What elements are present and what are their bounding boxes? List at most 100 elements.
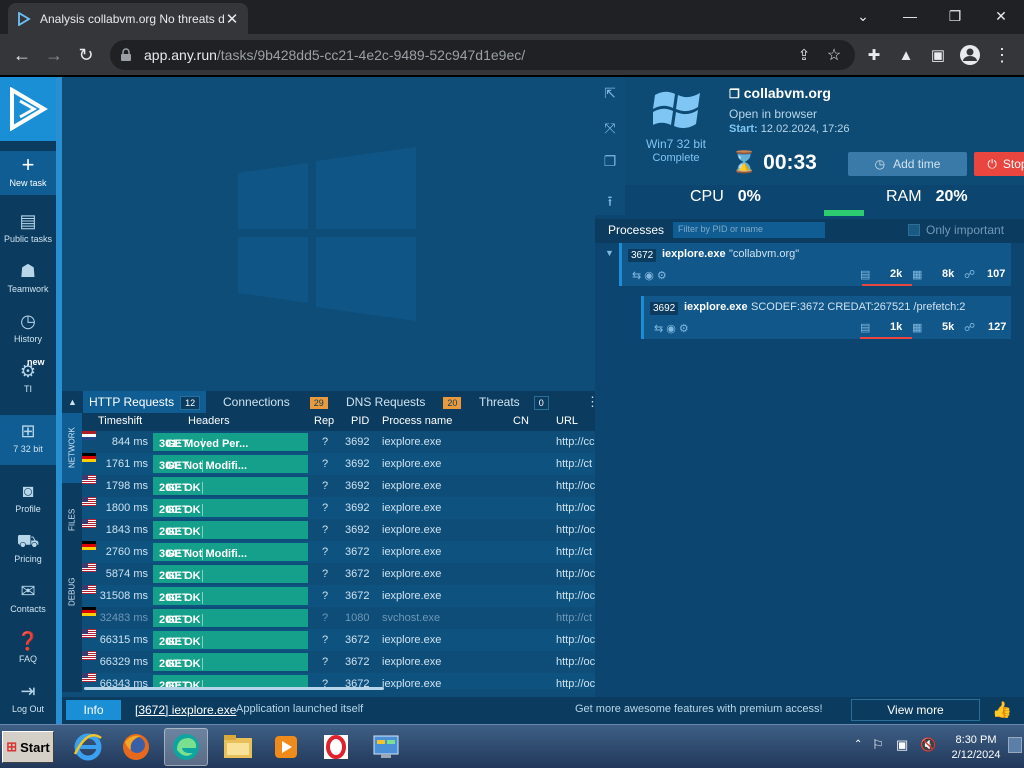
view-more-button[interactable]: View more [851, 699, 980, 721]
table-row[interactable]: 1800 ms GET 200: OK? 3692 iexplore.exe http:/… [82, 497, 595, 519]
tabs-menu-kebab-icon[interactable]: ⋮ [580, 391, 605, 413]
media-player-icon[interactable] [264, 728, 308, 766]
share-icon[interactable]: ⇪ [790, 41, 818, 69]
col-url[interactable]: URL [556, 415, 578, 427]
add-time-button[interactable]: ◷ Add time [848, 152, 967, 176]
table-row[interactable]: 31508 ms GET 200: OK? 3672 iexplore.exe http:… [82, 585, 595, 607]
open-in-browser-link[interactable]: Open in browser [729, 107, 817, 121]
tab-http-requests[interactable]: HTTP Requests 12 [83, 391, 207, 413]
process-filter-input[interactable]: Filter by PID or name [673, 222, 825, 238]
extensions-icon[interactable]: ✚ [860, 41, 888, 69]
col-rep[interactable]: Rep [314, 415, 334, 427]
minimize-icon[interactable]: — [887, 0, 933, 32]
collapse-caret-icon[interactable]: ▼ [605, 248, 614, 258]
tab-search-icon[interactable]: ⌄ [840, 0, 886, 32]
headers-cell[interactable]: GET 200: OK [153, 609, 308, 627]
nav-new-task[interactable]: + New task [0, 151, 56, 195]
tab-threats[interactable]: Threats 0 [473, 391, 555, 413]
info-process-link[interactable]: [3672] iexplore.exe [135, 703, 236, 717]
labs-icon[interactable]: ▲ [892, 41, 920, 69]
headers-cell[interactable]: GET 200: OK [153, 477, 308, 495]
nav-faq[interactable]: ❓ FAQ [0, 631, 56, 664]
forward-icon[interactable]: → [40, 41, 68, 69]
headers-cell[interactable]: GET 200: OK [153, 499, 308, 517]
col-headers[interactable]: Headers [188, 415, 230, 427]
nav-history[interactable]: ◷ History [0, 311, 56, 344]
table-row[interactable]: 1843 ms GET 200: OK? 3692 iexplore.exe http:/… [82, 519, 595, 541]
thumbs-up-icon[interactable]: 👍 [992, 700, 1012, 720]
tab-dns-requests[interactable]: DNS Requests 20 [340, 391, 467, 413]
collapse-up-icon[interactable]: ▲ [62, 391, 82, 413]
table-row[interactable]: 2760 ms GET 304: Not Modifi...? 3672 iexplor… [82, 541, 595, 563]
task-name[interactable]: ❐ collabvm.org [729, 85, 831, 101]
taskbar-clock[interactable]: 8:30 PM 2/12/2024 [946, 733, 1006, 763]
start-button[interactable]: ⊞ Start [2, 731, 54, 763]
vm-screen[interactable] [62, 77, 595, 391]
headers-cell[interactable]: GET 304: Not Modifi... [153, 455, 308, 473]
browser-tab[interactable]: Analysis collabvm.org No threats de ✕ [8, 3, 248, 34]
internet-explorer-icon[interactable] [66, 728, 110, 766]
menu-kebab-icon[interactable]: ⋮ [988, 41, 1016, 69]
nav-pricing[interactable]: ⛟ Pricing [0, 531, 56, 564]
profile-avatar-icon[interactable] [956, 41, 984, 69]
horizontal-scrollbar[interactable] [84, 687, 384, 690]
nav-teamwork[interactable]: ☗ Teamwork [0, 261, 56, 294]
headers-cell[interactable]: GET 200: OK [153, 521, 308, 539]
upload-icon[interactable]: ⭱ [601, 191, 619, 209]
action-center-flag-icon[interactable]: ⚐ [872, 737, 884, 753]
stop-button[interactable]: ⏻Stop [974, 152, 1024, 176]
tab-close-icon[interactable]: ✕ [224, 10, 240, 28]
close-window-icon[interactable]: ✕ [978, 0, 1024, 32]
table-row[interactable]: 1798 ms GET 200: OK? 3692 iexplore.exe http:/… [82, 475, 595, 497]
nav-os[interactable]: ⊞ 7 32 bit [0, 415, 56, 465]
info-button[interactable]: Info [66, 700, 121, 720]
reload-icon[interactable]: ↻ [72, 41, 100, 69]
anyrun-logo[interactable] [0, 77, 56, 141]
volume-muted-icon[interactable]: 🔇 [920, 737, 936, 753]
copy-icon[interactable]: ❐ [601, 153, 619, 171]
headers-cell[interactable]: GET 200: OK [153, 631, 308, 649]
back-icon[interactable]: ← [8, 41, 36, 69]
table-row[interactable]: 32483 ms GET 200: OK? 1080 svchost.exe http:/… [82, 607, 595, 629]
file-explorer-icon[interactable] [216, 728, 260, 766]
vtab-network[interactable]: NETWORK [62, 413, 82, 483]
nav-contacts[interactable]: ✉ Contacts [0, 581, 56, 614]
control-panel-icon[interactable] [364, 728, 408, 766]
address-bar[interactable]: app.any.run/tasks/9b428dd5-cc21-4e2c-948… [110, 40, 855, 70]
process-row[interactable]: 3692 iexplore.exe SCODEF:3672 CREDAT:267… [641, 296, 1011, 339]
col-timeshift[interactable]: Timeshift [98, 415, 142, 427]
table-row[interactable]: 66315 ms GET 200: OK? 3672 iexplore.exe http:… [82, 629, 595, 651]
col-cn[interactable]: CN [513, 415, 529, 427]
nav-ti[interactable]: new ⚙ TI [0, 357, 56, 394]
table-row[interactable]: 66329 ms GET 200: OK? 3672 iexplore.exe http:… [82, 651, 595, 673]
only-important-toggle[interactable]: Only important [908, 223, 1004, 237]
nav-logout[interactable]: ⇥ Log Out [0, 681, 56, 714]
open-external-icon[interactable]: ⇱ [601, 85, 619, 103]
tab-connections[interactable]: Connections 29 [217, 391, 334, 413]
process-row[interactable]: 3672 iexplore.exe "collabvm.org" ⇆ ◉ ⚙ ▤… [619, 243, 1011, 286]
show-desktop-icon[interactable] [1008, 737, 1022, 753]
nav-profile[interactable]: ◙ Profile [0, 481, 56, 514]
bookmark-star-icon[interactable]: ☆ [820, 41, 848, 69]
headers-cell[interactable]: GET 304: Not Modifi... [153, 543, 308, 561]
headers-cell[interactable]: GET 200: OK [153, 653, 308, 671]
sidepanel-icon[interactable]: ▣ [924, 41, 952, 69]
table-row[interactable]: 1761 ms GET 304: Not Modifi...? 3692 iexplor… [82, 453, 595, 475]
network-tray-icon[interactable]: ▣ [896, 737, 908, 753]
table-row[interactable]: 5874 ms GET 200: OK? 3672 iexplore.exe http:/… [82, 563, 595, 585]
firefox-icon[interactable] [114, 728, 158, 766]
opera-icon[interactable] [314, 728, 358, 766]
table-row[interactable]: 844 ms GET 301: Moved Per...? 3692 iexplore.… [82, 431, 595, 453]
restore-icon[interactable]: ❐ [932, 0, 978, 32]
headers-cell[interactable]: GET 301: Moved Per... [153, 433, 308, 451]
fullscreen-icon[interactable]: ⤧ [601, 120, 619, 138]
show-hidden-icons-icon[interactable]: ⌃ [854, 739, 862, 750]
nav-public-tasks[interactable]: ▤ Public tasks [0, 211, 56, 244]
headers-cell[interactable]: GET 200: OK [153, 587, 308, 605]
col-process-name[interactable]: Process name [382, 415, 452, 427]
vtab-debug[interactable]: DEBUG [62, 557, 82, 627]
edge-icon[interactable] [164, 728, 208, 766]
col-pid[interactable]: PID [351, 415, 369, 427]
vtab-files[interactable]: FILES [62, 485, 82, 555]
headers-cell[interactable]: GET 200: OK [153, 565, 308, 583]
